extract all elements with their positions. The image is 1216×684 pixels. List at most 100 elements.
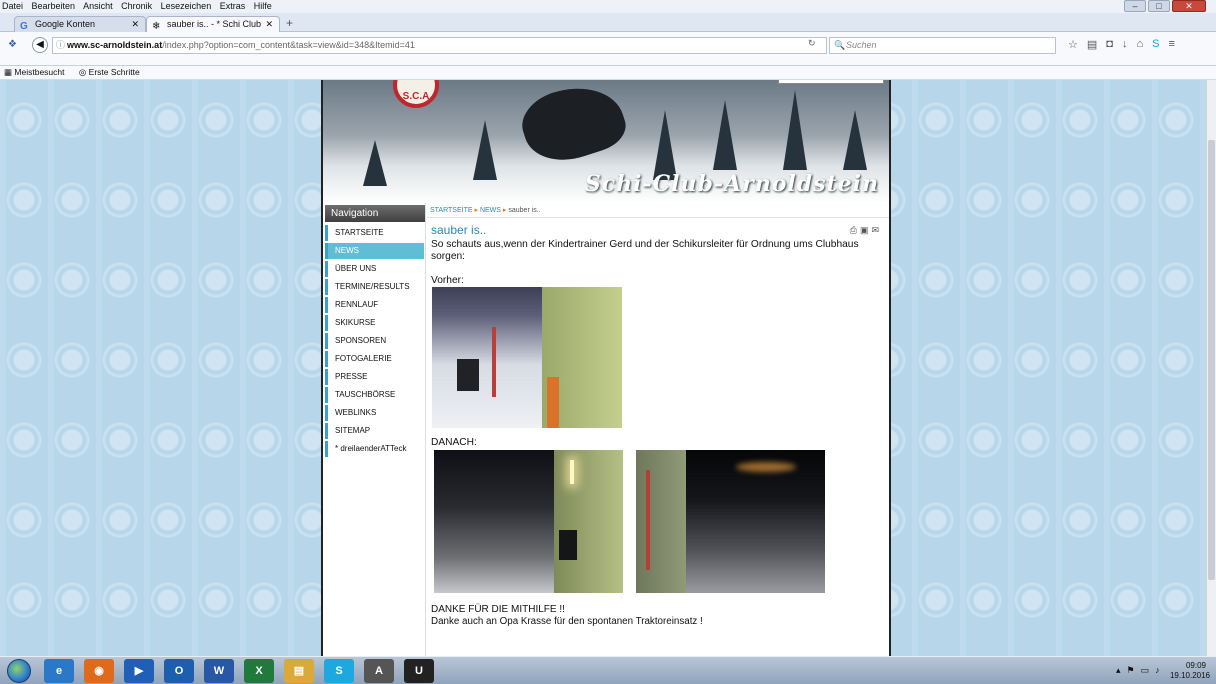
bookmarks-list-icon[interactable]: ▤ [1087, 38, 1097, 51]
bookmark-star-icon[interactable]: ☆ [1068, 38, 1078, 51]
tree-shape [843, 110, 867, 170]
action-center-icon[interactable]: ⚑ [1127, 665, 1135, 676]
menu-ansicht[interactable]: Ansicht [83, 1, 113, 11]
photo-before [432, 287, 622, 428]
breadcrumb: STARTSEITE ▸ NEWS ▸ sauber is.. [430, 206, 541, 214]
sidebar-item-sponsoren[interactable]: SPONSOREN [325, 333, 424, 349]
tray-icons: ▴ ⚑ ▭ ♪ [1116, 665, 1160, 676]
url-host: www.sc-arnoldstein.at [67, 40, 163, 50]
photo-light [570, 460, 574, 484]
article-intro: So schauts aus,wenn der Kindertrainer Ge… [431, 239, 859, 262]
scrollbar-thumb[interactable] [1208, 140, 1215, 580]
article-actions: ⎙ ▣ ✉ [850, 225, 879, 236]
tree-shape [363, 140, 387, 186]
bookmarks-bar: ▦ Meistbesucht ◎ Erste Schritte [0, 66, 1216, 80]
outlook-icon[interactable]: O [164, 659, 194, 683]
photo-after-2 [636, 450, 825, 593]
pdf-icon[interactable]: ⎙ [850, 225, 857, 236]
menu-chronik[interactable]: Chronik [121, 1, 152, 11]
download-icon[interactable]: ↓ [1122, 38, 1128, 51]
breadcrumb-separator-icon: ▸ [502, 207, 507, 214]
breadcrumb-separator-icon: ▸ [474, 207, 478, 214]
page-scrollbar[interactable] [1206, 80, 1216, 656]
sidebar: Navigation STARTSEITE NEWS ÜBER UNS TERM… [323, 203, 426, 656]
media-player-icon[interactable]: ▶ [124, 659, 154, 683]
windows-taskbar: e ◉ ▶ O W X ▤ S A U ▴ ⚑ ▭ ♪ 09:09 19.10.2016 [0, 656, 1216, 684]
folder-icon[interactable]: ▤ [284, 659, 314, 683]
maximize-button[interactable]: □ [1148, 0, 1170, 12]
tab-sauber-is[interactable]: ❄ sauber is.. - * Schi Club Arn... ✕ [146, 16, 280, 44]
article-title: sauber is.. [431, 223, 487, 237]
firefox-hello-icon[interactable]: ❖ [8, 39, 17, 50]
search-input[interactable]: 🔍 Suchen [829, 37, 1056, 54]
skype-icon[interactable]: S [324, 659, 354, 683]
sidebar-item-presse[interactable]: PRESSE [325, 369, 424, 385]
close-window-button[interactable]: ✕ [1172, 0, 1206, 12]
page-viewport: S.C.A Schi-Club-Arnoldstein Navigation S… [0, 80, 1206, 656]
close-tab-icon[interactable]: ✕ [131, 17, 139, 32]
network-icon[interactable]: ▭ [1141, 665, 1150, 676]
sidebar-item-tauschboerse[interactable]: TAUSCHBÖRSE [325, 387, 424, 403]
site-search-input[interactable] [778, 80, 884, 84]
home-icon[interactable]: ⌂ [1136, 38, 1143, 51]
skype-addon-icon[interactable]: S [1152, 38, 1159, 51]
email-icon[interactable]: ✉ [871, 225, 879, 236]
tray-expand-icon[interactable]: ▴ [1116, 665, 1121, 676]
sidebar-item-dreilaender[interactable]: * dreilaenderATTeck [325, 441, 424, 457]
breadcrumb-startseite[interactable]: STARTSEITE [430, 207, 473, 214]
menu-lesezeichen[interactable]: Lesezeichen [161, 1, 212, 11]
menu-extras[interactable]: Extras [220, 1, 246, 11]
reload-icon[interactable]: ↻ [808, 38, 816, 49]
start-button[interactable] [7, 659, 31, 683]
inkscape-icon[interactable]: A [364, 659, 394, 683]
search-icon: 🔍 [834, 40, 846, 50]
photo-after-1 [434, 450, 623, 593]
hamburger-menu-icon[interactable]: ≡ [1168, 38, 1174, 51]
pocket-icon[interactable]: ◘ [1106, 38, 1113, 51]
sidebar-item-sitemap[interactable]: SITEMAP [325, 423, 424, 439]
bookmark-meistbesucht[interactable]: ▦ Meistbesucht [4, 67, 71, 77]
search-placeholder: Suchen [846, 40, 877, 50]
tab-google-konten[interactable]: G Google Konten ✕ [14, 16, 146, 32]
print-icon[interactable]: ▣ [860, 225, 869, 236]
firefox-icon[interactable]: ◉ [84, 659, 114, 683]
back-button[interactable]: ◀ [32, 37, 48, 53]
close-tab-icon[interactable]: ✕ [265, 17, 273, 32]
sidebar-item-news[interactable]: NEWS [325, 243, 424, 259]
word-icon[interactable]: W [204, 659, 234, 683]
clock-time[interactable]: 09:09 [1186, 661, 1206, 670]
ie-icon[interactable]: e [44, 659, 74, 683]
address-bar[interactable]: www.sc-arnoldstein.at/index.php?option=c… [52, 37, 827, 54]
window-controls: – □ ✕ [1124, 0, 1206, 13]
menu-datei[interactable]: Datei [2, 1, 23, 11]
site-info-icon[interactable]: ⓘ [56, 38, 65, 51]
after-label: DANACH: [431, 437, 477, 448]
sidebar-item-fotogalerie[interactable]: FOTOGALERIE [325, 351, 424, 367]
new-tab-button[interactable]: + [286, 16, 293, 30]
thanks-heading: DANKE FÜR DIE MITHILFE !! [431, 604, 565, 615]
photo-wall [636, 450, 686, 593]
sidebar-item-termine-results[interactable]: TERMINE/RESULTS [325, 279, 424, 295]
sidebar-item-rennlauf[interactable]: RENNLAUF [325, 297, 424, 313]
sidebar-item-ueber-uns[interactable]: ÜBER UNS [325, 261, 424, 277]
photo-stripe [646, 470, 650, 570]
menu-hilfe[interactable]: Hilfe [254, 1, 272, 11]
tab-bar: G Google Konten ✕ ❄ sauber is.. - * Schi… [0, 13, 1216, 44]
menu-bearbeiten[interactable]: Bearbeiten [32, 1, 76, 11]
club-logo: S.C.A [393, 80, 439, 108]
sidebar-item-startseite[interactable]: STARTSEITE [325, 225, 424, 241]
system-tray: ▴ ⚑ ▭ ♪ 09:09 19.10.2016 [1096, 657, 1216, 684]
volume-icon[interactable]: ♪ [1155, 665, 1160, 676]
excel-icon[interactable]: X [244, 659, 274, 683]
tree-shape [783, 90, 807, 170]
sidebar-item-weblinks[interactable]: WEBLINKS [325, 405, 424, 421]
sidebar-item-skikurse[interactable]: SKIKURSE [325, 315, 424, 331]
breadcrumb-news[interactable]: NEWS [480, 207, 501, 214]
bookmark-erste-schritte[interactable]: ◎ Erste Schritte [79, 67, 146, 77]
photo-fence [492, 327, 496, 397]
toolbar-icons: ☆ ▤ ◘ ↓ ⌂ S ≡ [1068, 38, 1175, 51]
clock-date[interactable]: 19.10.2016 [1170, 671, 1210, 680]
u-app-icon[interactable]: U [404, 659, 434, 683]
minimize-button[interactable]: – [1124, 0, 1146, 12]
navigation-bar: ❖ ◀ www.sc-arnoldstein.at/index.php?opti… [0, 32, 1216, 66]
